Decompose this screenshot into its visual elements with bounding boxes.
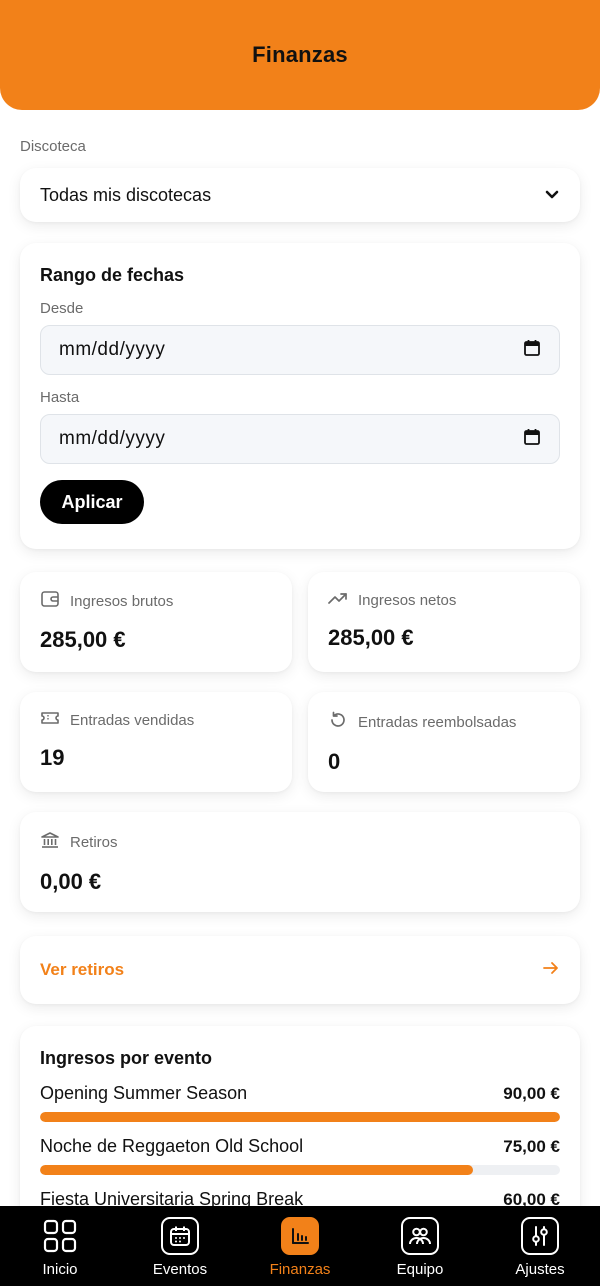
net-income-label: Ingresos netos [358, 592, 457, 609]
nav-label: Inicio [42, 1260, 78, 1278]
events-income-title: Ingresos por evento [40, 1048, 213, 1068]
date-range-card: Rango de fechas Desde mm/dd/yyyy Hasta m… [20, 243, 580, 549]
event-income-bar-track [40, 1112, 560, 1122]
grid-icon [41, 1217, 79, 1255]
chart-icon [281, 1216, 319, 1255]
event-income-bar [40, 1112, 560, 1122]
view-withdrawals-link[interactable]: Ver retiros [20, 936, 580, 1004]
event-income-row: Fiesta Universitaria Spring Break 60,00 € [40, 1189, 560, 1206]
event-name: Fiesta Universitaria Spring Break [40, 1189, 304, 1206]
from-label: Desde [40, 300, 84, 317]
tickets-sold-value: 19 [40, 745, 65, 770]
team-icon [401, 1216, 439, 1255]
event-amount: 75,00 € [503, 1136, 560, 1156]
arrow-right-icon [542, 961, 560, 980]
nav-label: Ajustes [515, 1260, 565, 1278]
event-name: Noche de Reggaeton Old School [40, 1136, 304, 1156]
tickets-sold-card: Entradas vendidas 19 [20, 692, 292, 792]
apply-button[interactable]: Aplicar [40, 480, 144, 524]
bank-icon [40, 830, 60, 855]
event-name: Opening Summer Season [40, 1083, 248, 1103]
tickets-refunded-label: Entradas reembolsadas [358, 714, 517, 731]
app-header: Finanzas [0, 0, 600, 110]
gross-income-value: 285,00 € [40, 627, 126, 652]
from-date-input[interactable]: mm/dd/yyyy [40, 325, 560, 375]
ticket-icon [40, 710, 60, 731]
events-income-list: Opening Summer Season 90,00 € Noche de Reg… [40, 1083, 560, 1206]
event-income-row: Noche de Reggaeton Old School 75,00 € [40, 1136, 560, 1175]
tickets-refunded-value: 0 [328, 749, 341, 774]
calendar-icon [161, 1216, 199, 1255]
net-income-value: 285,00 € [328, 625, 414, 650]
wallet-icon [40, 590, 60, 613]
discoteca-select[interactable]: Todas mis discotecas [20, 168, 580, 222]
tickets-refunded-card: Entradas reembolsadas 0 [308, 692, 580, 792]
view-withdrawals-label: Ver retiros [40, 960, 125, 979]
date-range-title: Rango de fechas [40, 265, 185, 285]
nav-label: Equipo [396, 1260, 444, 1278]
nav-item-equipo[interactable]: Equipo [370, 1215, 470, 1278]
calendar-icon[interactable] [523, 339, 541, 362]
to-label: Hasta [40, 389, 80, 406]
event-income-bar-track [40, 1165, 560, 1175]
net-income-card: Ingresos netos 285,00 € [308, 572, 580, 672]
nav-item-inicio[interactable]: Inicio [10, 1215, 110, 1278]
to-date-input[interactable]: mm/dd/yyyy [40, 414, 560, 464]
nav-item-ajustes[interactable]: Ajustes [490, 1215, 590, 1278]
discoteca-label: Discoteca [20, 138, 86, 155]
events-income-card: Ingresos por evento Opening Summer Seaso… [20, 1026, 580, 1206]
trending-up-icon [328, 590, 348, 611]
sliders-icon [521, 1216, 559, 1255]
withdrawals-label: Retiros [70, 834, 118, 851]
withdrawals-card: Retiros 0,00 € [20, 812, 580, 912]
nav-label: Eventos [152, 1260, 208, 1278]
refresh-icon [328, 710, 348, 735]
event-income-row: Opening Summer Season 90,00 € [40, 1083, 560, 1122]
nav-label: Finanzas [269, 1260, 331, 1278]
event-amount: 90,00 € [503, 1083, 560, 1103]
page-title: Finanzas [252, 42, 348, 67]
gross-income-card: Ingresos brutos 285,00 € [20, 572, 292, 672]
bottom-nav: Inicio Eventos Finanzas Equipo Ajustes [0, 1206, 600, 1286]
event-amount: 60,00 € [503, 1189, 560, 1207]
chevron-down-icon [544, 187, 560, 203]
main-content: Discoteca Todas mis discotecas Rango de … [0, 110, 600, 1206]
nav-item-eventos[interactable]: Eventos [130, 1215, 230, 1278]
gross-income-label: Ingresos brutos [70, 593, 174, 610]
from-date-value: mm/dd/yyyy [59, 339, 166, 360]
to-date-value: mm/dd/yyyy [59, 428, 166, 449]
discoteca-select-value: Todas mis discotecas [40, 184, 212, 205]
nav-item-finanzas[interactable]: Finanzas [250, 1215, 350, 1278]
tickets-sold-label: Entradas vendidas [70, 712, 195, 729]
calendar-icon[interactable] [523, 428, 541, 451]
event-income-bar [40, 1165, 474, 1175]
withdrawals-value: 0,00 € [40, 869, 102, 894]
